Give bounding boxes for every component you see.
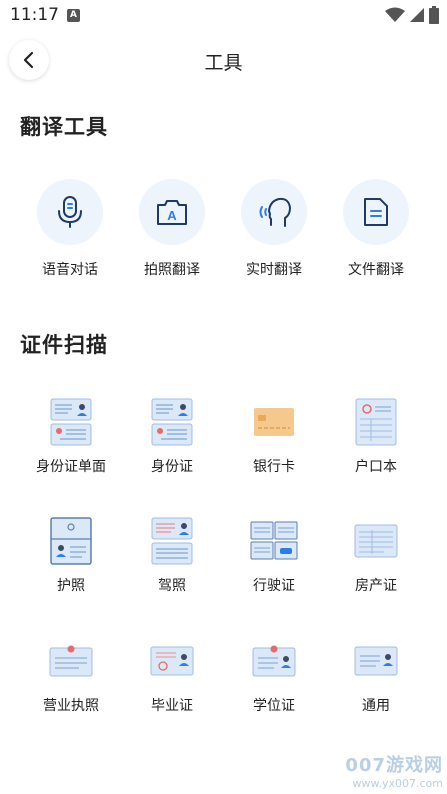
doc-id-card[interactable]: 身份证 (122, 397, 222, 476)
status-a-icon: A (67, 9, 80, 22)
tool-icon-circle (37, 179, 103, 245)
wifi-icon (385, 7, 405, 22)
bank-card-icon (249, 397, 299, 447)
business-license-icon (46, 636, 96, 686)
doc-drivers-license[interactable]: 驾照 (122, 516, 222, 595)
doc-id-card-single[interactable]: 身份证单面 (21, 397, 121, 476)
tool-voice-dialog[interactable]: 语音对话 (25, 179, 115, 279)
tool-icon-circle (343, 179, 409, 245)
doc-label: 身份证单面 (36, 459, 106, 475)
doc-label: 户口本 (355, 459, 397, 475)
doc-label: 银行卡 (253, 459, 295, 475)
passport-icon (46, 516, 96, 566)
watermark-main: 007游戏网 (345, 755, 443, 776)
tool-label: 文件翻译 (348, 262, 404, 278)
signal-icon (410, 8, 424, 22)
scan-section-title: 证件扫描 (20, 333, 108, 357)
tool-icon-circle: A (139, 179, 205, 245)
camera-icon: A (157, 200, 187, 225)
watermark: 007游戏网 www.yx007.com (345, 751, 443, 790)
microphone-icon (58, 196, 82, 228)
doc-label: 营业执照 (43, 698, 99, 714)
id-card-single-icon (46, 397, 96, 447)
general-document-icon (351, 636, 401, 686)
tool-label: 实时翻译 (246, 262, 302, 278)
id-card-icon (147, 397, 197, 447)
household-register-icon (351, 397, 401, 447)
status-icons (385, 6, 439, 24)
tool-label: 拍照翻译 (144, 262, 200, 278)
doc-label: 房产证 (355, 578, 397, 594)
document-icon (364, 198, 388, 226)
translate-section-title: 翻译工具 (20, 115, 108, 139)
degree-certificate-icon (249, 636, 299, 686)
doc-diploma[interactable]: 毕业证 (122, 636, 222, 715)
doc-label: 驾照 (158, 578, 186, 594)
drivers-license-icon (147, 516, 197, 566)
doc-property-certificate[interactable]: 房产证 (326, 516, 426, 595)
vehicle-license-icon (249, 516, 299, 566)
doc-label: 毕业证 (151, 698, 193, 714)
doc-vehicle-license[interactable]: 行驶证 (224, 516, 324, 595)
doc-label: 行驶证 (253, 578, 295, 594)
svg-text:A: A (167, 208, 177, 223)
battery-icon (429, 6, 439, 24)
tool-label: 语音对话 (42, 262, 98, 278)
speaking-head-icon (259, 197, 291, 227)
header: 工具 (0, 40, 447, 82)
tool-photo-translate[interactable]: A 拍照翻译 (127, 179, 217, 279)
tool-realtime-translate[interactable]: 实时翻译 (229, 179, 319, 279)
doc-general[interactable]: 通用 (326, 636, 426, 715)
doc-degree-certificate[interactable]: 学位证 (224, 636, 324, 715)
doc-bank-card[interactable]: 银行卡 (224, 397, 324, 476)
property-certificate-icon (351, 516, 401, 566)
doc-passport[interactable]: 护照 (21, 516, 121, 595)
doc-label: 护照 (57, 578, 85, 594)
doc-label: 通用 (362, 698, 390, 714)
doc-household-register[interactable]: 户口本 (326, 397, 426, 476)
status-time: 11:17 (10, 5, 59, 25)
tool-file-translate[interactable]: 文件翻译 (331, 179, 421, 279)
page-title: 工具 (204, 52, 243, 74)
watermark-sub: www.yx007.com (352, 777, 443, 790)
status-bar: 11:17 A (0, 0, 447, 32)
doc-label: 身份证 (151, 459, 193, 475)
doc-business-license[interactable]: 营业执照 (21, 636, 121, 715)
tool-icon-circle (241, 179, 307, 245)
doc-label: 学位证 (253, 698, 295, 714)
diploma-icon (147, 636, 197, 686)
